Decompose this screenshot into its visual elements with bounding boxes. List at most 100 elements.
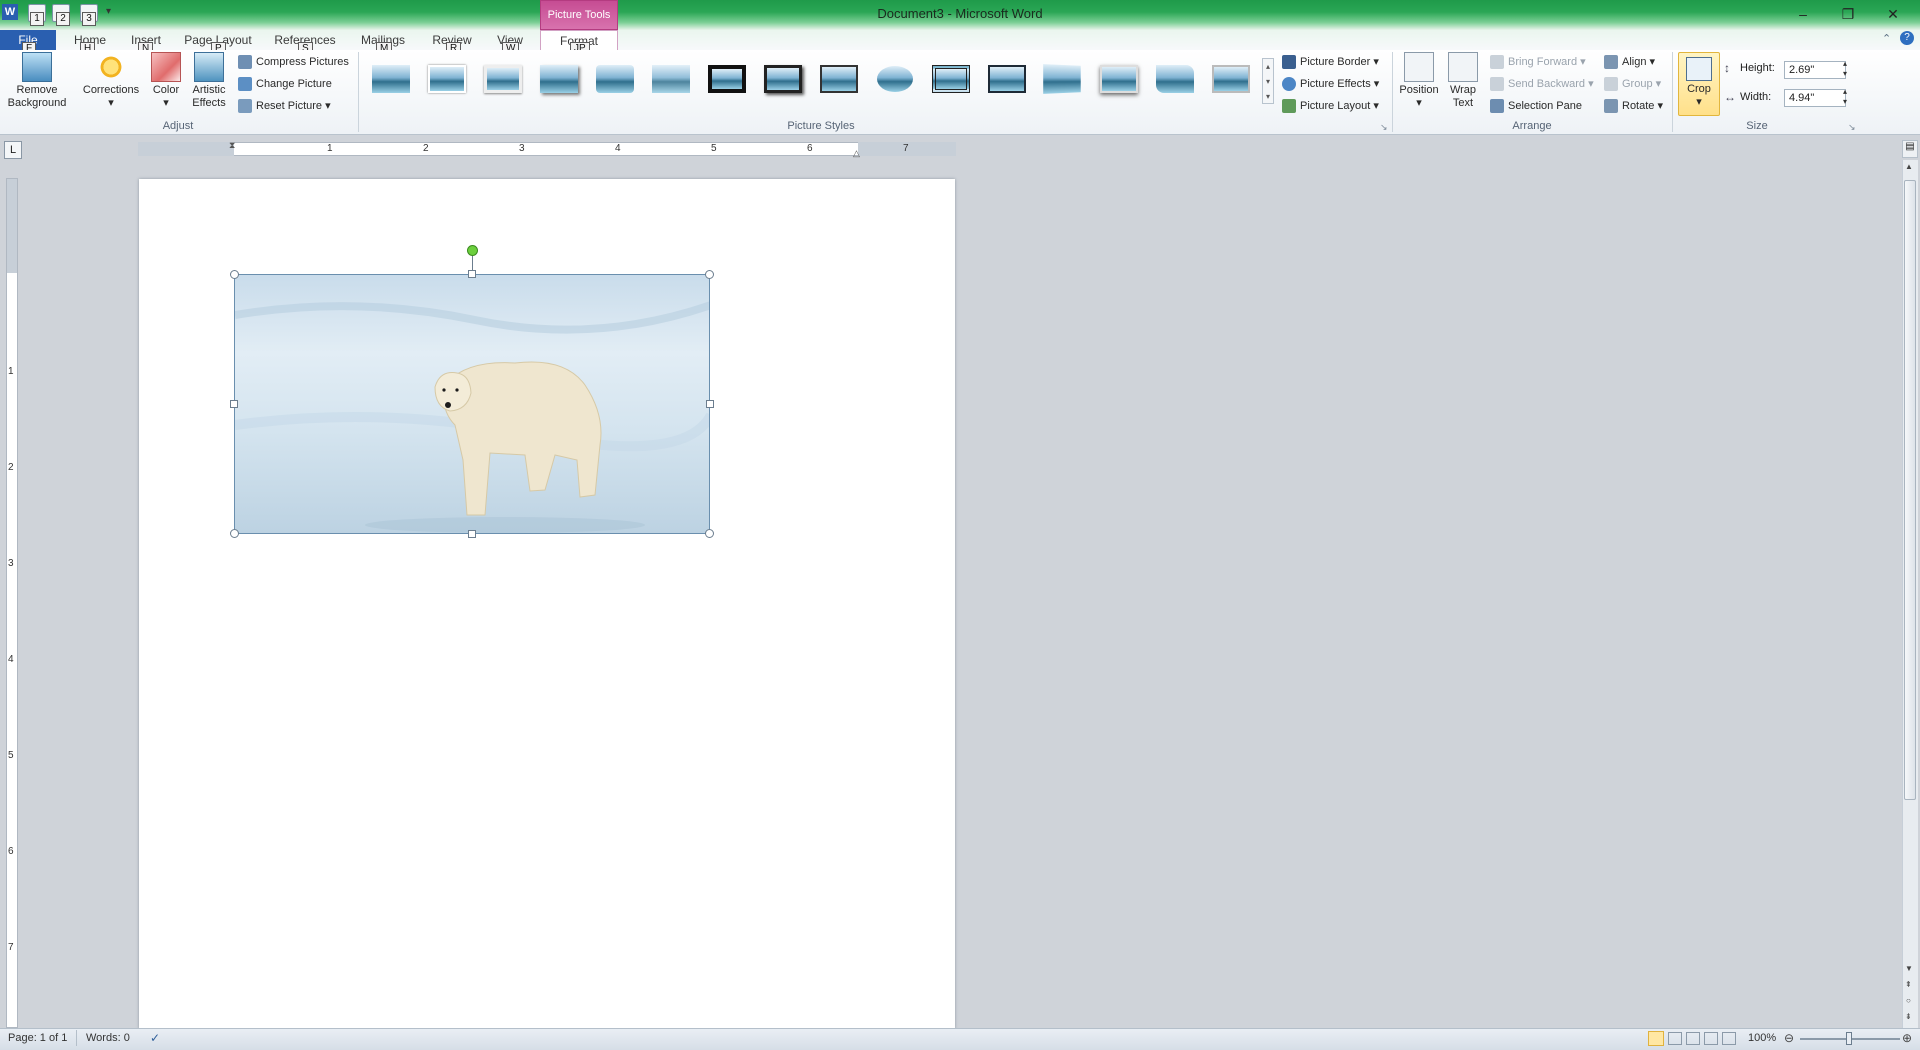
draft-view-icon[interactable] <box>1722 1032 1736 1045</box>
picture-layout-button[interactable]: Picture Layout ▾ <box>1282 96 1379 116</box>
resize-handle-right[interactable] <box>706 400 714 408</box>
width-field[interactable]: 4.94" <box>1784 89 1846 107</box>
picture-style-thumb-8[interactable] <box>760 58 806 100</box>
gallery-more-icon[interactable]: ▴ ▾ ▾ <box>1262 58 1274 104</box>
remove-background-icon <box>22 52 52 82</box>
ruler-number: 7 <box>903 143 909 154</box>
ruler-number: 4 <box>615 143 621 154</box>
picture-style-thumb-3[interactable] <box>480 58 526 100</box>
vertical-ruler[interactable] <box>6 178 18 1028</box>
resize-handle-bottom-left[interactable] <box>230 529 239 538</box>
group-button[interactable]: Group ▾ <box>1604 74 1661 94</box>
full-screen-reading-icon[interactable] <box>1668 1032 1682 1045</box>
close-icon[interactable]: ✕ <box>1880 4 1906 24</box>
vertical-ruler-top-margin <box>7 179 17 273</box>
picture-style-thumb-1[interactable] <box>368 58 414 100</box>
wrap-text-button[interactable]: Wrap Text <box>1442 52 1484 110</box>
compress-pictures-button[interactable]: Compress Pictures <box>238 52 349 72</box>
reset-picture-button[interactable]: Reset Picture ▾ <box>238 96 331 116</box>
align-icon <box>1604 55 1618 70</box>
resize-handle-top-left[interactable] <box>230 270 239 279</box>
chevron-down-icon: ▾ <box>108 97 114 109</box>
crop-button[interactable]: Crop ▾ <box>1678 52 1720 116</box>
web-layout-icon[interactable] <box>1686 1032 1700 1045</box>
picture-style-thumb-5[interactable] <box>592 58 638 100</box>
picture-style-thumb-16[interactable] <box>1208 58 1254 100</box>
align-button[interactable]: Align ▾ <box>1604 52 1655 72</box>
picture-style-thumb-9[interactable] <box>816 58 862 100</box>
picture-style-thumb-12[interactable] <box>984 58 1030 100</box>
picture-border-button[interactable]: Picture Border ▾ <box>1282 52 1379 72</box>
position-icon <box>1404 52 1434 82</box>
resize-handle-bottom[interactable] <box>468 530 476 538</box>
horizontal-ruler[interactable] <box>138 142 956 156</box>
picture-style-thumb-6[interactable] <box>648 58 694 100</box>
ruler-number: 4 <box>8 654 14 665</box>
height-spinner-icon[interactable]: ▴ ▾ <box>1843 59 1847 79</box>
page-count-status[interactable]: Page: 1 of 1 <box>8 1032 67 1044</box>
corrections-button[interactable]: Corrections ▾ <box>80 52 142 110</box>
rotate-button[interactable]: Rotate ▾ <box>1604 96 1663 116</box>
crop-label: Crop <box>1687 83 1711 95</box>
width-spinner-icon[interactable]: ▴ ▾ <box>1843 87 1847 107</box>
position-button[interactable]: Position ▾ <box>1396 52 1442 110</box>
status-divider <box>76 1030 77 1046</box>
picture-style-thumb-7[interactable] <box>704 58 750 100</box>
pencil-icon <box>1282 55 1296 70</box>
word-count-status[interactable]: Words: 0 <box>86 1032 130 1044</box>
group-label-arrange: Arrange <box>1512 120 1552 132</box>
remove-background-button[interactable]: Remove Background <box>4 52 70 110</box>
color-button[interactable]: Color ▾ <box>148 52 184 110</box>
bring-forward-icon <box>1490 55 1504 70</box>
artistic-effects-button[interactable]: Artistic Effects <box>186 52 232 110</box>
minimize-icon[interactable]: – <box>1790 4 1816 24</box>
size-dialog-launcher-icon[interactable]: ↘ <box>1848 122 1856 133</box>
right-indent-marker-icon[interactable]: △ <box>853 148 860 159</box>
bring-forward-button[interactable]: Bring Forward ▾ <box>1490 52 1586 72</box>
scroll-down-icon[interactable]: ▼ <box>1905 964 1913 973</box>
resize-handle-left[interactable] <box>230 400 238 408</box>
resize-handle-top[interactable] <box>468 270 476 278</box>
change-picture-button[interactable]: Change Picture <box>238 74 332 94</box>
picture-style-thumb-10[interactable] <box>872 58 918 100</box>
picture-style-thumb-13[interactable] <box>1040 58 1086 100</box>
scrollbar-thumb[interactable] <box>1904 180 1916 800</box>
resize-handle-top-right[interactable] <box>705 270 714 279</box>
left-indent-marker-icon[interactable]: ⧗ <box>229 140 235 151</box>
rotate-handle[interactable] <box>467 245 478 256</box>
picture-style-thumb-15[interactable] <box>1152 58 1198 100</box>
picture-style-thumb-4[interactable] <box>536 58 582 100</box>
next-page-icon[interactable]: ⇟ <box>1905 1012 1912 1021</box>
chevron-down-icon: ▾ <box>1696 96 1702 108</box>
group-separator <box>358 52 359 132</box>
zoom-out-icon[interactable]: ⊖ <box>1784 1031 1794 1045</box>
browse-object-icon[interactable]: ○ <box>1906 996 1911 1005</box>
restore-icon[interactable]: ❐ <box>1835 4 1861 24</box>
zoom-level[interactable]: 100% <box>1748 1032 1776 1044</box>
zoom-in-icon[interactable]: ⊕ <box>1902 1031 1912 1045</box>
group-label-size: Size <box>1746 120 1768 132</box>
picture-style-thumb-14[interactable] <box>1096 58 1142 100</box>
selection-pane-button[interactable]: Selection Pane <box>1490 96 1582 116</box>
remove-background-label: Remove Background <box>7 84 67 109</box>
tab-selector[interactable]: L <box>4 141 22 159</box>
dialog-launcher-icon[interactable]: ↘ <box>1380 122 1388 133</box>
picture-tools-label: Picture Tools <box>540 0 618 30</box>
height-field[interactable]: 2.69" <box>1784 61 1846 79</box>
help-icon[interactable]: ? <box>1900 31 1914 45</box>
scroll-up-icon[interactable]: ▲ <box>1905 162 1913 171</box>
picture-effects-button[interactable]: Picture Effects ▾ <box>1282 74 1379 94</box>
resize-handle-bottom-right[interactable] <box>705 529 714 538</box>
ribbon-minimize-icon[interactable]: ⌃ <box>1882 32 1891 45</box>
outline-view-icon[interactable] <box>1704 1032 1718 1045</box>
group-icon <box>1604 77 1618 92</box>
zoom-slider-thumb[interactable] <box>1846 1032 1852 1045</box>
send-backward-button[interactable]: Send Backward ▾ <box>1490 74 1594 94</box>
print-layout-view-icon[interactable] <box>1648 1031 1664 1046</box>
polar-bear-picture[interactable] <box>234 274 710 534</box>
picture-style-thumb-11[interactable] <box>928 58 974 100</box>
proofing-status-icon[interactable]: ✓ <box>150 1031 160 1045</box>
previous-page-icon[interactable]: ⇞ <box>1905 980 1912 989</box>
picture-style-thumb-2[interactable] <box>424 58 470 100</box>
view-ruler-toggle-icon[interactable]: ▤ <box>1902 140 1918 158</box>
